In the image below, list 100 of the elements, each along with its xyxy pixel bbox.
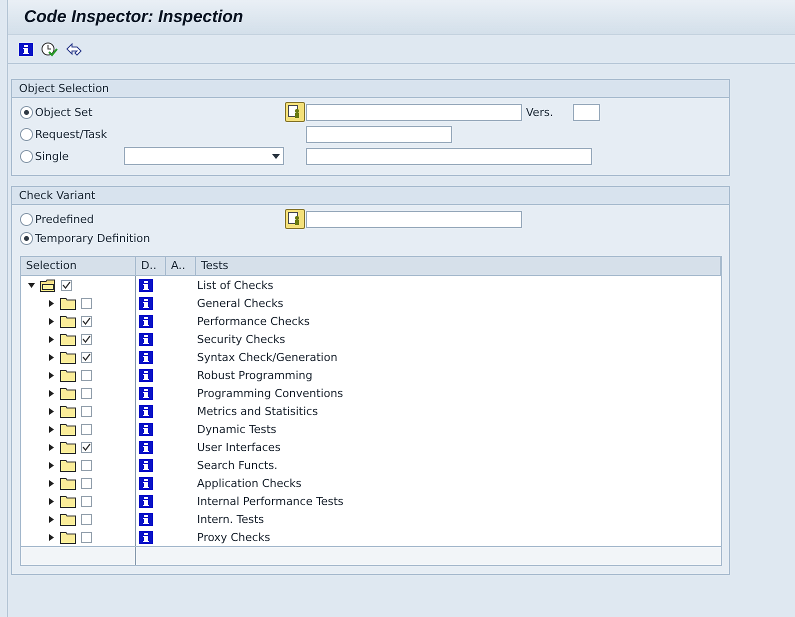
- checkbox[interactable]: [81, 532, 92, 542]
- tree-item[interactable]: Application Checks: [196, 476, 721, 490]
- caret-icon: [272, 154, 280, 158]
- checkbox[interactable]: [81, 478, 92, 488]
- folder-icon: [60, 458, 76, 472]
- radio-label[interactable]: Temporary Definition: [35, 232, 150, 246]
- info-icon: [139, 386, 153, 400]
- expand-icon[interactable]: [49, 426, 54, 432]
- expand-icon[interactable]: [49, 354, 54, 360]
- info-icon: [139, 404, 153, 418]
- checkbox[interactable]: [81, 388, 92, 398]
- radio-button[interactable]: [20, 212, 33, 226]
- folder-icon: [60, 368, 76, 382]
- info-icon: [139, 512, 153, 526]
- value-help-button[interactable]: [285, 209, 305, 229]
- collapse-icon[interactable]: [28, 282, 35, 288]
- folder-icon: [60, 350, 76, 364]
- checkbox[interactable]: [81, 334, 92, 344]
- value-help-button[interactable]: [285, 102, 305, 122]
- expand-icon[interactable]: [49, 318, 54, 324]
- back-arrow-icon[interactable]: [66, 42, 83, 56]
- tree-item[interactable]: Intern. Tests: [196, 512, 721, 526]
- tree-item[interactable]: Dynamic Tests: [196, 422, 721, 436]
- expand-icon[interactable]: [49, 498, 54, 504]
- radio-button[interactable]: [20, 232, 33, 246]
- radio-button[interactable]: [20, 128, 33, 140]
- tree-item[interactable]: Proxy Checks: [196, 530, 721, 544]
- folder-icon: [60, 314, 76, 328]
- tree-item[interactable]: List of Checks: [196, 278, 721, 292]
- expand-icon[interactable]: [49, 408, 54, 414]
- group-title: Check Variant: [12, 187, 729, 205]
- column-header[interactable]: A..: [166, 257, 196, 275]
- checkbox[interactable]: [81, 514, 92, 524]
- input-field[interactable]: [306, 148, 592, 164]
- checkbox[interactable]: [81, 460, 92, 470]
- radio-button[interactable]: [20, 150, 33, 162]
- info-icon: [139, 422, 153, 436]
- radio-label[interactable]: Single: [35, 150, 69, 162]
- tree-item[interactable]: Security Checks: [196, 332, 721, 346]
- tree-item[interactable]: Metrics and Statisitics: [196, 404, 721, 418]
- info-icon: [139, 530, 153, 544]
- column-header[interactable]: D..: [136, 257, 166, 275]
- tree-item[interactable]: User Interfaces: [196, 440, 721, 454]
- checkbox[interactable]: [81, 442, 92, 452]
- checkbox[interactable]: [81, 316, 92, 326]
- expand-icon[interactable]: [49, 516, 54, 522]
- folder-icon: [60, 512, 76, 526]
- input-field[interactable]: [306, 210, 522, 228]
- info-icon: [139, 440, 153, 454]
- checkbox[interactable]: [81, 370, 92, 380]
- tree-item[interactable]: Syntax Check/Generation: [196, 350, 721, 364]
- radio-label[interactable]: Object Set: [35, 106, 92, 118]
- info-icon: [139, 278, 153, 292]
- field-label: Vers.: [526, 106, 554, 118]
- checkbox[interactable]: [81, 352, 92, 362]
- tree-item[interactable]: Internal Performance Tests: [196, 494, 721, 508]
- expand-icon[interactable]: [49, 336, 54, 342]
- document-person-icon: [288, 212, 302, 226]
- tree-item[interactable]: Performance Checks: [196, 314, 721, 328]
- info-icon: [139, 296, 153, 310]
- expand-icon[interactable]: [49, 444, 54, 450]
- info-icon: [139, 350, 153, 364]
- expand-icon[interactable]: [49, 462, 54, 468]
- tree-item[interactable]: General Checks: [196, 296, 721, 310]
- expand-icon[interactable]: [49, 534, 54, 540]
- checkbox[interactable]: [81, 406, 92, 416]
- group-title: Object Selection: [12, 80, 729, 98]
- expand-icon[interactable]: [49, 372, 54, 378]
- document-person-icon: [288, 105, 302, 119]
- checkbox[interactable]: [81, 424, 92, 434]
- checkbox[interactable]: [81, 298, 92, 308]
- radio-label[interactable]: Predefined: [35, 212, 94, 226]
- column-header[interactable]: Selection: [21, 257, 136, 275]
- folder-icon: [60, 332, 76, 346]
- info-icon: [139, 458, 153, 472]
- checkbox[interactable]: [81, 496, 92, 506]
- column-header[interactable]: Tests: [196, 257, 721, 275]
- expand-icon[interactable]: [49, 390, 54, 396]
- expand-icon[interactable]: [49, 480, 54, 486]
- tree-item[interactable]: Programming Conventions: [196, 386, 721, 400]
- folder-icon: [60, 476, 76, 490]
- version-field[interactable]: [573, 104, 600, 120]
- checkbox[interactable]: [61, 280, 72, 290]
- folder-icon: [60, 296, 76, 310]
- folder-icon: [60, 422, 76, 436]
- window-title: Code Inspector: Inspection: [8, 0, 795, 35]
- radio-label[interactable]: Request/Task: [35, 128, 108, 140]
- folder-icon: [60, 404, 76, 418]
- folder-icon: [60, 440, 76, 454]
- expand-icon[interactable]: [49, 300, 54, 306]
- folder-icon: [60, 386, 76, 400]
- input-field[interactable]: [306, 126, 452, 142]
- tree-item[interactable]: Search Functs.: [196, 458, 721, 472]
- tree-item[interactable]: Robust Programming: [196, 368, 721, 382]
- input-field[interactable]: [306, 104, 522, 120]
- info-icon: [139, 476, 153, 490]
- folder-icon: [60, 494, 76, 508]
- info-icon: [139, 332, 153, 346]
- clock-check-icon[interactable]: [41, 42, 58, 56]
- radio-button[interactable]: [20, 106, 33, 118]
